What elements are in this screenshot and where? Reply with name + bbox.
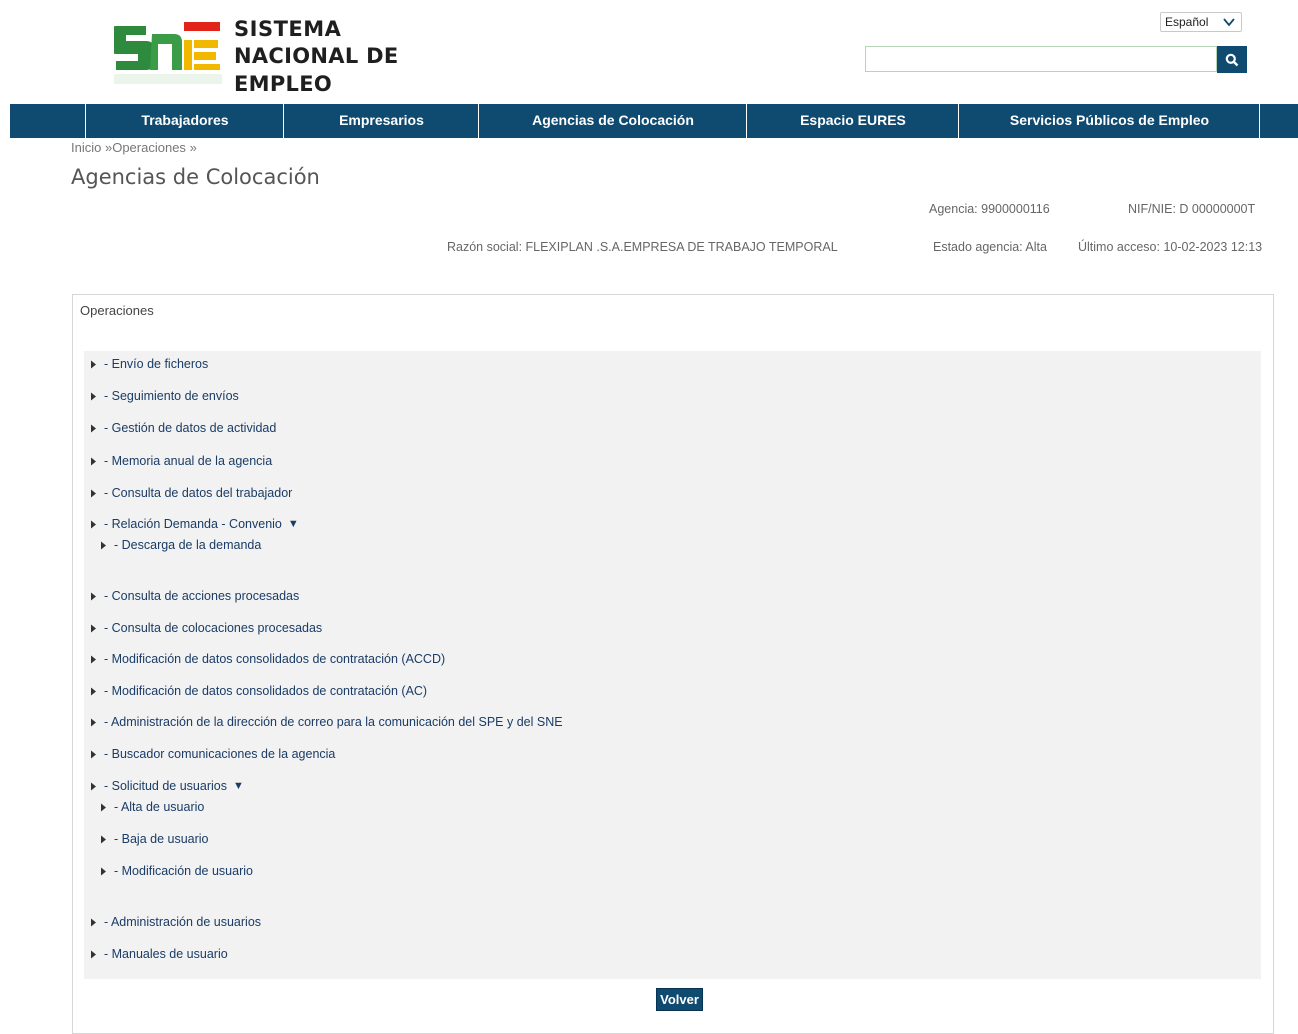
caret-right-icon [91,489,96,497]
nav-espacio-eures[interactable]: Espacio EURES [746,104,959,138]
op-label: - Consulta de datos del trabajador [104,486,293,500]
op-label: - Solicitud de usuarios [104,779,227,793]
breadcrumb-separator: » [189,140,197,155]
op-label: - Gestión de datos de actividad [104,421,277,435]
main-nav: Trabajadores Empresarios Agencias de Col… [10,104,1298,138]
caret-right-icon [101,541,106,549]
caret-right-icon [101,803,106,811]
search-icon [1225,53,1239,66]
op-label: - Alta de usuario [114,800,205,814]
op-buscador-comunicaciones[interactable]: - Buscador comunicaciones de la agencia [90,747,335,761]
op-label: - Relación Demanda - Convenio [104,517,282,531]
sne-logo-mark-icon [114,22,222,84]
op-label: - Seguimiento de envíos [104,389,239,403]
op-consulta-datos-trabajador[interactable]: - Consulta de datos del trabajador [90,486,292,500]
caret-right-icon [91,918,96,926]
caret-right-icon [91,520,96,528]
agency-last-access: Último acceso: 10-02-2023 12:13 [1078,240,1263,254]
caret-right-icon [91,718,96,726]
op-label: - Envío de ficheros [104,357,209,371]
caret-right-icon [91,424,96,432]
breadcrumb-home[interactable]: Inicio [71,140,101,155]
logo-line-1: SISTEMA [234,17,342,41]
op-relacion-demanda-convenio[interactable]: - Relación Demanda - Convenio ▼ [90,517,299,531]
op-label: - Modificación de datos consolidados de … [104,652,446,666]
operations-panel: Operaciones - Envío de ficheros - Seguim… [72,294,1274,1034]
page-title: Agencias de Colocación [71,165,320,189]
op-administracion-correo[interactable]: - Administración de la dirección de corr… [90,715,563,729]
op-modificacion-accd[interactable]: - Modificación de datos consolidados de … [90,652,445,666]
caret-right-icon [91,655,96,663]
op-modificacion-usuario[interactable]: - Modificación de usuario [100,864,253,878]
op-label: - Manuales de usuario [104,947,228,961]
op-label: - Consulta de colocaciones procesadas [104,621,323,635]
op-label: - Buscador comunicaciones de la agencia [104,747,336,761]
op-consulta-acciones[interactable]: - Consulta de acciones procesadas [90,589,299,603]
sne-logo[interactable]: SISTEMA NACIONAL DE EMPLEO [72,10,490,96]
caret-right-icon [91,592,96,600]
op-envio-ficheros[interactable]: - Envío de ficheros [90,357,208,371]
operations-list: - Envío de ficheros - Seguimiento de env… [84,351,1261,979]
op-seguimiento-envios[interactable]: - Seguimiento de envíos [90,389,239,403]
language-selected: Español [1165,15,1209,29]
breadcrumb: Inicio »Operaciones » [71,140,197,155]
volver-button[interactable]: Volver [656,988,703,1011]
op-gestion-datos-actividad[interactable]: - Gestión de datos de actividad [90,421,276,435]
nav-agencias-colocacion[interactable]: Agencias de Colocación [478,104,747,138]
nav-servicios-publicos[interactable]: Servicios Públicos de Empleo [958,104,1260,138]
op-descarga-demanda[interactable]: - Descarga de la demanda [100,538,261,552]
language-select[interactable]: Español [1160,12,1242,32]
expanded-arrow-icon: ▼ [232,780,244,792]
breadcrumb-current[interactable]: Operaciones [112,140,186,155]
caret-right-icon [91,950,96,958]
caret-right-icon [91,687,96,695]
op-label: - Modificación de usuario [114,864,253,878]
op-label: - Baja de usuario [114,832,209,846]
agency-number: Agencia: 9900000116 [929,202,1050,216]
op-consulta-colocaciones[interactable]: - Consulta de colocaciones procesadas [90,621,322,635]
op-label: - Descarga de la demanda [114,538,262,552]
op-solicitud-usuarios[interactable]: - Solicitud de usuarios ▼ [90,779,244,793]
op-label: - Consulta de acciones procesadas [104,589,300,603]
op-modificacion-ac[interactable]: - Modificación de datos consolidados de … [90,684,427,698]
op-memoria-anual[interactable]: - Memoria anual de la agencia [90,454,272,468]
nav-empresarios[interactable]: Empresarios [283,104,479,138]
caret-right-icon [91,360,96,368]
caret-right-icon [101,835,106,843]
op-administracion-usuarios[interactable]: - Administración de usuarios [90,915,261,929]
caret-right-icon [101,867,106,875]
op-label: - Administración de usuarios [104,915,262,929]
agency-status: Estado agencia: Alta [933,240,1047,254]
operations-title: Operaciones [80,303,154,318]
op-label: - Memoria anual de la agencia [104,454,273,468]
agency-razon-social: Razón social: FLEXIPLAN .S.A.EMPRESA DE … [447,240,838,254]
op-manuales-usuario[interactable]: - Manuales de usuario [90,947,228,961]
op-alta-usuario[interactable]: - Alta de usuario [100,800,204,814]
expanded-arrow-icon: ▼ [287,518,299,530]
caret-right-icon [91,782,96,790]
op-label: - Modificación de datos consolidados de … [104,684,428,698]
logo-line-2: NACIONAL DE EMPLEO [234,44,399,96]
caret-right-icon [91,392,96,400]
op-label: - Administración de la dirección de corr… [104,715,563,729]
search-button[interactable] [1217,46,1247,73]
caret-right-icon [91,750,96,758]
caret-right-icon [91,457,96,465]
search-input[interactable] [865,46,1217,72]
caret-right-icon [91,624,96,632]
nav-divider [1259,104,1260,138]
nav-trabajadores[interactable]: Trabajadores [85,104,284,138]
op-baja-usuario[interactable]: - Baja de usuario [100,832,209,846]
chevron-down-icon [1223,18,1235,27]
agency-nif: NIF/NIE: D 00000000T [1128,202,1256,216]
